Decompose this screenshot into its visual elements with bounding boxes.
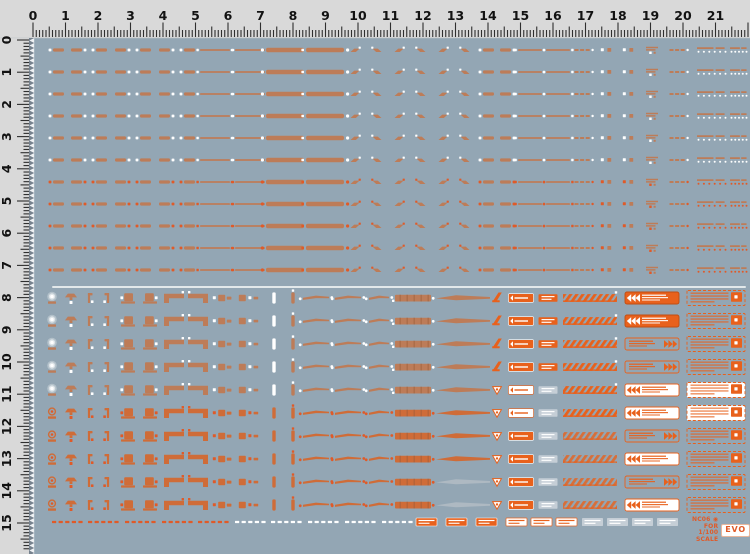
decal-sheet-graphic: 0 1 2 3 4 5 6 7 8 9 10 11 12 13 14 15 16 17 18 19 20 21012345… (0, 0, 750, 554)
svg-text:1: 1 (0, 68, 14, 77)
product-code-mark: NC06 ◉ FOR 1/100 SCALE EVO (685, 516, 750, 543)
svg-text:9: 9 (0, 325, 14, 334)
product-code-line2: 1/100 SCALE (695, 529, 719, 543)
svg-text:2: 2 (0, 100, 14, 109)
svg-text:10: 10 (0, 353, 14, 371)
svg-text:11: 11 (382, 8, 399, 23)
svg-text:0: 0 (29, 8, 38, 23)
section-divider (52, 286, 746, 288)
svg-text:0: 0 (0, 35, 14, 44)
svg-text:12: 12 (414, 8, 431, 23)
svg-text:5: 5 (191, 8, 200, 23)
svg-text:20: 20 (674, 8, 692, 23)
svg-text:7: 7 (0, 261, 14, 270)
svg-text:13: 13 (447, 8, 464, 23)
svg-text:19: 19 (642, 8, 659, 23)
svg-text:12: 12 (0, 418, 14, 435)
svg-text:17: 17 (577, 8, 594, 23)
svg-text:9: 9 (321, 8, 330, 23)
svg-text:11: 11 (0, 385, 14, 402)
svg-text:14: 14 (479, 8, 497, 23)
brand-logo-text: EVO (725, 525, 746, 535)
svg-text:6: 6 (0, 229, 14, 238)
sheet-background (0, 0, 750, 554)
svg-text:2: 2 (94, 8, 103, 23)
svg-text:7: 7 (256, 8, 265, 23)
svg-text:4: 4 (159, 8, 168, 23)
svg-text:6: 6 (224, 8, 233, 23)
svg-text:10: 10 (349, 8, 367, 23)
brand-logo: EVO (721, 523, 750, 537)
svg-text:3: 3 (0, 132, 14, 141)
svg-text:8: 8 (0, 293, 14, 302)
svg-text:15: 15 (0, 514, 14, 531)
svg-text:5: 5 (0, 197, 14, 206)
svg-text:18: 18 (609, 8, 626, 23)
svg-text:4: 4 (0, 164, 14, 173)
svg-text:16: 16 (544, 8, 562, 23)
svg-text:8: 8 (289, 8, 298, 23)
svg-text:14: 14 (0, 482, 14, 500)
svg-text:21: 21 (707, 8, 724, 23)
decal-sheet-product-image: 0 1 2 3 4 5 6 7 8 9 10 11 12 13 14 15 16 17 18 19 20 21 0 1 2 3 4 5… (0, 0, 750, 554)
svg-text:15: 15 (512, 8, 529, 23)
svg-text:1: 1 (61, 8, 70, 23)
product-code: NC06 ◉ FOR 1/100 SCALE (685, 516, 719, 543)
svg-text:13: 13 (0, 450, 14, 467)
svg-text:3: 3 (126, 8, 135, 23)
